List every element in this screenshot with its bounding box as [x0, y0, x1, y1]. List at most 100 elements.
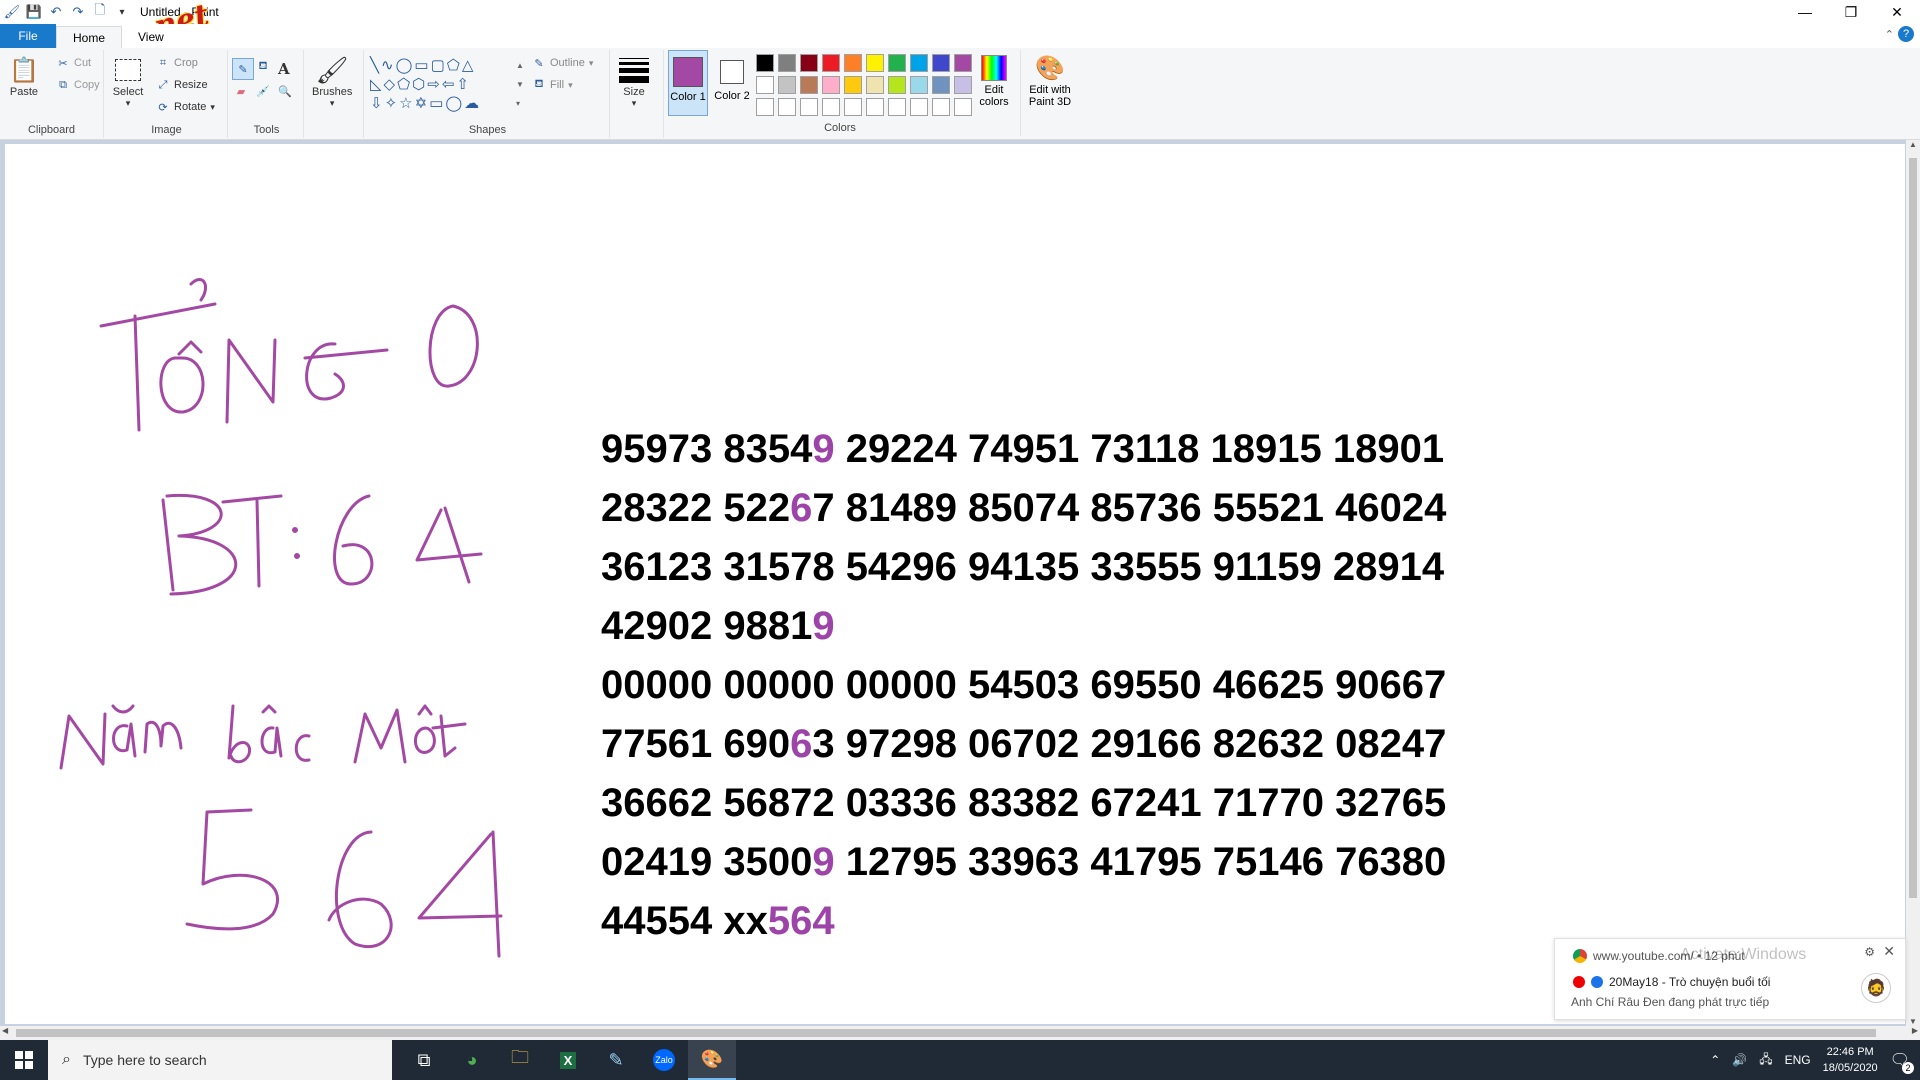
volume-icon[interactable]: 🔊 [1732, 1053, 1747, 1067]
palette-swatch[interactable] [866, 76, 884, 94]
scroll-right-icon[interactable]: ▶ [1912, 1026, 1918, 1035]
action-center-icon[interactable]: 🗨 2 [1890, 1050, 1914, 1074]
callout-rect-icon[interactable]: ▭ [429, 95, 445, 112]
copy-button[interactable]: ⧉ Copy [56, 78, 100, 92]
horizontal-scrollbar[interactable]: ◀ ▶ [0, 1026, 1920, 1040]
six-point-star-icon[interactable]: ✡ [415, 95, 430, 112]
color-picker-tool[interactable]: 💉 [256, 84, 270, 98]
palette-swatch[interactable] [910, 54, 928, 72]
line-shape-icon[interactable]: ╲ [370, 57, 381, 74]
cut-button[interactable]: ✂ Cut [56, 56, 91, 70]
palette-swatch[interactable] [866, 98, 884, 116]
polygon-shape-icon[interactable]: ⬠ [447, 57, 462, 74]
magnifier-tool[interactable]: 🔍 [278, 84, 292, 98]
shapes-gallery[interactable]: ╲∿◯▭▢⬠△ ◺◇⬠⬡⇨⇦⇧ ⇩✧☆✡▭◯☁ [370, 56, 522, 112]
palette-swatch[interactable] [844, 98, 862, 116]
crop-button[interactable]: ⌗ Crop [156, 56, 198, 70]
notification-settings-icon[interactable]: ⚙ [1864, 945, 1875, 959]
minimize-button[interactable]: — [1782, 0, 1828, 24]
vertical-scroll-thumb[interactable] [1909, 158, 1917, 898]
outline-button[interactable]: ✎ Outline ▾ [532, 56, 593, 70]
curve-shape-icon[interactable]: ∿ [381, 57, 396, 74]
oval-shape-icon[interactable]: ◯ [396, 57, 415, 74]
size-button[interactable]: Size ▾ [618, 54, 650, 109]
rotate-button[interactable]: ⟳ Rotate ▾ [156, 100, 215, 114]
left-arrow-shape-icon[interactable]: ⇦ [442, 76, 457, 93]
palette-swatch[interactable] [888, 76, 906, 94]
edit-colors-button[interactable]: Edit colors [974, 52, 1014, 108]
down-arrow-shape-icon[interactable]: ⇩ [370, 95, 385, 112]
hexagon-shape-icon[interactable]: ⬡ [412, 76, 427, 93]
redo-icon[interactable]: ↷ [70, 4, 86, 20]
palette-swatch[interactable] [844, 76, 862, 94]
palette-swatch[interactable] [756, 76, 774, 94]
tab-home[interactable]: Home [56, 26, 123, 48]
scroll-down-icon[interactable]: ▼ [1906, 1017, 1920, 1026]
language-indicator[interactable]: ENG [1785, 1053, 1811, 1067]
vertical-scrollbar[interactable]: ▲ ▼ [1906, 140, 1920, 1026]
tab-file[interactable]: File [0, 24, 56, 48]
palette-swatch[interactable] [910, 76, 928, 94]
select-dropdown-icon[interactable]: ▾ [126, 98, 131, 109]
palette-swatch[interactable] [756, 54, 774, 72]
fill-tool[interactable]: ⛾ [256, 60, 270, 74]
fill-button[interactable]: ⛾ Fill ▾ [532, 78, 573, 92]
color2-button[interactable]: Color 2 [712, 50, 752, 116]
palette-swatch[interactable] [866, 54, 884, 72]
notification-close-icon[interactable]: ✕ [1883, 943, 1895, 960]
palette-swatch[interactable] [800, 76, 818, 94]
start-button[interactable] [0, 1040, 48, 1080]
palette-swatch[interactable] [778, 98, 796, 116]
palette-swatch[interactable] [910, 98, 928, 116]
brushes-button[interactable]: 🖌 Brushes ▾ [312, 54, 352, 109]
palette-swatch[interactable] [954, 76, 972, 94]
palette-swatch[interactable] [954, 98, 972, 116]
taskbar-clock[interactable]: 22:46 PM 18/05/2020 [1823, 1044, 1878, 1076]
zalo-icon[interactable]: Zalo [640, 1040, 688, 1080]
scroll-left-icon[interactable]: ◀ [2, 1026, 8, 1035]
edit-paint3d-button[interactable]: 🎨 Edit with Paint 3D [1024, 52, 1076, 109]
five-point-star-icon[interactable]: ☆ [399, 95, 414, 112]
drawing-canvas[interactable]: 95973 83549 29224 74951 73118 18915 1890… [5, 144, 1905, 1024]
undo-icon[interactable]: ↶ [48, 4, 64, 20]
help-icon[interactable]: ? [1898, 26, 1914, 42]
network-icon[interactable]: 🖧 [1759, 1050, 1772, 1071]
right-arrow-shape-icon[interactable]: ⇨ [427, 76, 442, 93]
file-explorer-icon[interactable]: 🗀 [496, 1040, 544, 1080]
palette-swatch[interactable] [932, 54, 950, 72]
palette-swatch[interactable] [778, 54, 796, 72]
palette-swatch[interactable] [778, 76, 796, 94]
cloud-callout-icon[interactable]: ☁ [464, 95, 481, 112]
paint-taskbar-icon[interactable]: 🎨 [688, 1040, 736, 1080]
collapse-ribbon-icon[interactable]: ⌃ [1885, 28, 1894, 41]
select-button[interactable]: Select ▾ [112, 54, 144, 109]
palette-swatch[interactable] [888, 98, 906, 116]
pencil-tool[interactable]: ✎ [232, 58, 254, 80]
palette-swatch[interactable] [932, 76, 950, 94]
pentagon-shape-icon[interactable]: ⬠ [397, 76, 412, 93]
palette-swatch[interactable] [822, 76, 840, 94]
palette-swatch[interactable] [800, 98, 818, 116]
rectangle-shape-icon[interactable]: ▭ [414, 57, 430, 74]
palette-swatch[interactable] [822, 54, 840, 72]
palette-swatch[interactable] [822, 98, 840, 116]
color1-button[interactable]: Color 1 [668, 50, 708, 116]
four-point-star-icon[interactable]: ✧ [385, 95, 400, 112]
palette-swatch[interactable] [756, 98, 774, 116]
callout-oval-icon[interactable]: ◯ [445, 95, 464, 112]
coccoc-browser-icon[interactable]: ◕ [448, 1040, 496, 1080]
save-icon[interactable]: 💾 [26, 4, 42, 20]
up-arrow-shape-icon[interactable]: ⇧ [456, 76, 471, 93]
right-triangle-shape-icon[interactable]: ◺ [370, 76, 384, 93]
paste-button[interactable]: 📋 Paste [8, 54, 40, 99]
shapes-scroll[interactable]: ▲ ▼ ▾ [516, 56, 524, 113]
palette-swatch[interactable] [954, 54, 972, 72]
triangle-shape-icon[interactable]: △ [462, 57, 476, 74]
maximize-button[interactable]: ❐ [1828, 0, 1874, 24]
task-view-icon[interactable]: ⧉ [400, 1040, 448, 1080]
notes-app-icon[interactable]: ✎ [592, 1040, 640, 1080]
new-file-icon[interactable]: 🗋 [92, 2, 108, 20]
diamond-shape-icon[interactable]: ◇ [384, 76, 398, 93]
palette-swatch[interactable] [888, 54, 906, 72]
taskbar-search[interactable]: ⌕ Type here to search [48, 1040, 392, 1080]
